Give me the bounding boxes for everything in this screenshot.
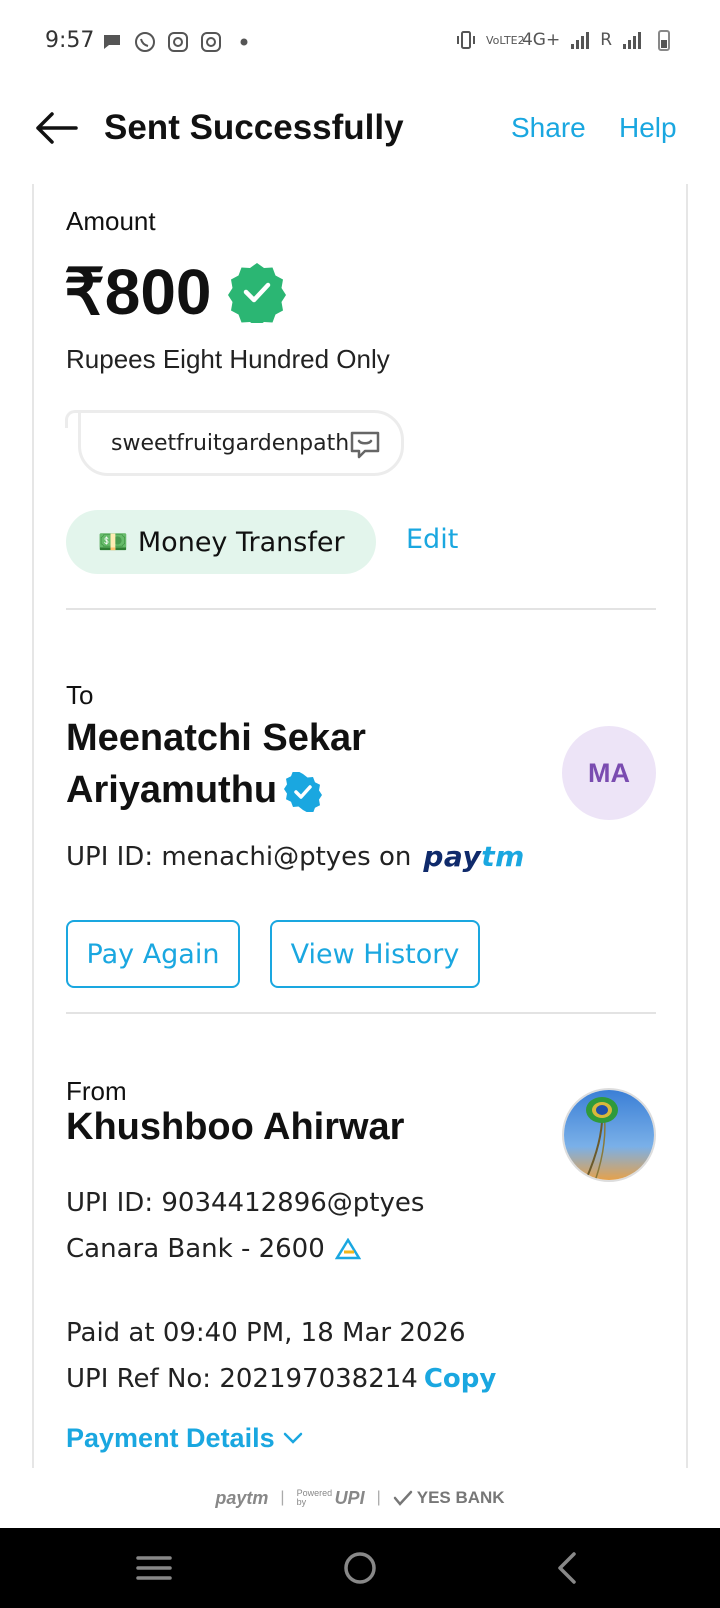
system-status-icons: VoLTE2 4G+ R xyxy=(454,28,676,52)
instagram-icon xyxy=(201,32,221,52)
footer-separator: | xyxy=(376,1489,381,1506)
divider xyxy=(66,1012,656,1014)
sender-name: Khushboo Ahirwar xyxy=(66,1106,405,1148)
upi-ref-text: UPI Ref No: 202197038214 xyxy=(66,1364,418,1394)
app-header: Sent Successfully Share Help xyxy=(0,90,720,166)
amount-row: ₹800 xyxy=(64,260,288,324)
edit-category-button[interactable]: Edit xyxy=(406,524,458,555)
recipient-upi-text: UPI ID: menachi@ptyes on xyxy=(66,841,412,872)
category-label: Money Transfer xyxy=(137,526,345,558)
to-label: To xyxy=(66,680,94,710)
dot-icon xyxy=(240,38,248,46)
sender-avatar xyxy=(562,1088,656,1182)
network-type-label: 4G+ xyxy=(521,30,561,50)
footer-upi-logo: Powered by UPI xyxy=(297,1488,365,1509)
footer-separator: | xyxy=(280,1489,285,1506)
sender-bank: Canara Bank - 2600 xyxy=(66,1234,361,1264)
amount-value: ₹800 xyxy=(64,256,212,328)
signal-icon xyxy=(623,32,641,49)
divider xyxy=(66,608,656,610)
amount-label: Amount xyxy=(66,206,156,236)
from-label: From xyxy=(66,1076,127,1106)
peacock-feather-image xyxy=(564,1090,654,1180)
footer-paytm-logo: paytm xyxy=(215,1487,269,1508)
vibrate-icon xyxy=(456,31,475,49)
payment-note-text: sweetfruitgardenpath xyxy=(111,430,350,456)
footer-yes-bank-logo: YES BANK xyxy=(393,1488,505,1508)
verified-icon xyxy=(284,771,323,812)
upi-ref-row: UPI Ref No: 202197038214 Copy xyxy=(66,1364,496,1394)
back-nav-icon[interactable] xyxy=(548,1548,588,1588)
page-title: Sent Successfully xyxy=(104,108,404,147)
pay-again-button[interactable]: Pay Again xyxy=(66,920,240,988)
view-history-button[interactable]: View History xyxy=(270,920,480,988)
paid-at-text: Paid at 09:40 PM, 18 Mar 2026 xyxy=(66,1318,466,1348)
back-button[interactable] xyxy=(32,108,80,148)
transaction-card: Amount ₹800 Rupees Eight Hundred Only sw… xyxy=(32,184,688,1474)
copy-ref-button[interactable]: Copy xyxy=(424,1364,497,1394)
status-time: 9:57 xyxy=(45,28,95,53)
notification-icons xyxy=(100,30,256,54)
payment-details-toggle[interactable]: Payment Details xyxy=(66,1420,303,1456)
footer-yes-bank-text: YES BANK xyxy=(416,1488,505,1507)
footer-upi-text: UPI xyxy=(334,1487,365,1508)
arrow-left-icon xyxy=(36,112,78,144)
battery-icon xyxy=(658,30,670,51)
money-icon: 💵 xyxy=(98,528,128,556)
instagram-icon xyxy=(168,32,188,52)
signal-icon xyxy=(571,32,590,49)
footer-branding: paytm | Powered by UPI | YES BANK xyxy=(0,1468,720,1528)
category-tag[interactable]: 💵 Money Transfer xyxy=(66,510,376,574)
home-icon[interactable] xyxy=(340,1548,380,1588)
paytm-logo-pay: pay xyxy=(423,840,482,873)
amount-in-words: Rupees Eight Hundred Only xyxy=(66,344,390,374)
volte-label: VoLTE2 xyxy=(485,33,525,47)
message-icon xyxy=(350,431,380,459)
recipient-upi: UPI ID: menachi@ptyes on paytm xyxy=(66,840,525,873)
whatsapp-icon xyxy=(135,32,155,52)
paytm-logo-tm: tm xyxy=(481,840,525,873)
paytm-logo: paytm xyxy=(423,840,524,873)
recipient-avatar: MA xyxy=(562,726,656,820)
chevron-down-icon xyxy=(283,1432,302,1444)
checkmark-icon xyxy=(393,1490,412,1506)
canara-bank-logo-icon xyxy=(334,1238,361,1260)
roaming-label: R xyxy=(600,30,612,50)
sender-bank-text: Canara Bank - 2600 xyxy=(66,1234,325,1264)
menu-icon[interactable] xyxy=(134,1548,174,1588)
help-button[interactable]: Help xyxy=(619,112,677,144)
sender-upi: UPI ID: 9034412896@ptyes xyxy=(66,1188,425,1218)
share-button[interactable]: Share xyxy=(511,112,586,144)
system-navigation-bar xyxy=(0,1528,720,1608)
payment-note: sweetfruitgardenpath xyxy=(78,410,404,476)
recipient-name-block: Meenatchi Sekar Ariyamuthu xyxy=(66,712,526,816)
chat-bubble-icon xyxy=(104,35,120,49)
verified-badge-icon xyxy=(227,263,286,323)
status-bar: 9:57 VoLTE2 4G+ R xyxy=(0,0,720,84)
payment-details-label: Payment Details xyxy=(66,1422,275,1453)
footer-powered-by: Powered by xyxy=(296,1488,333,1507)
